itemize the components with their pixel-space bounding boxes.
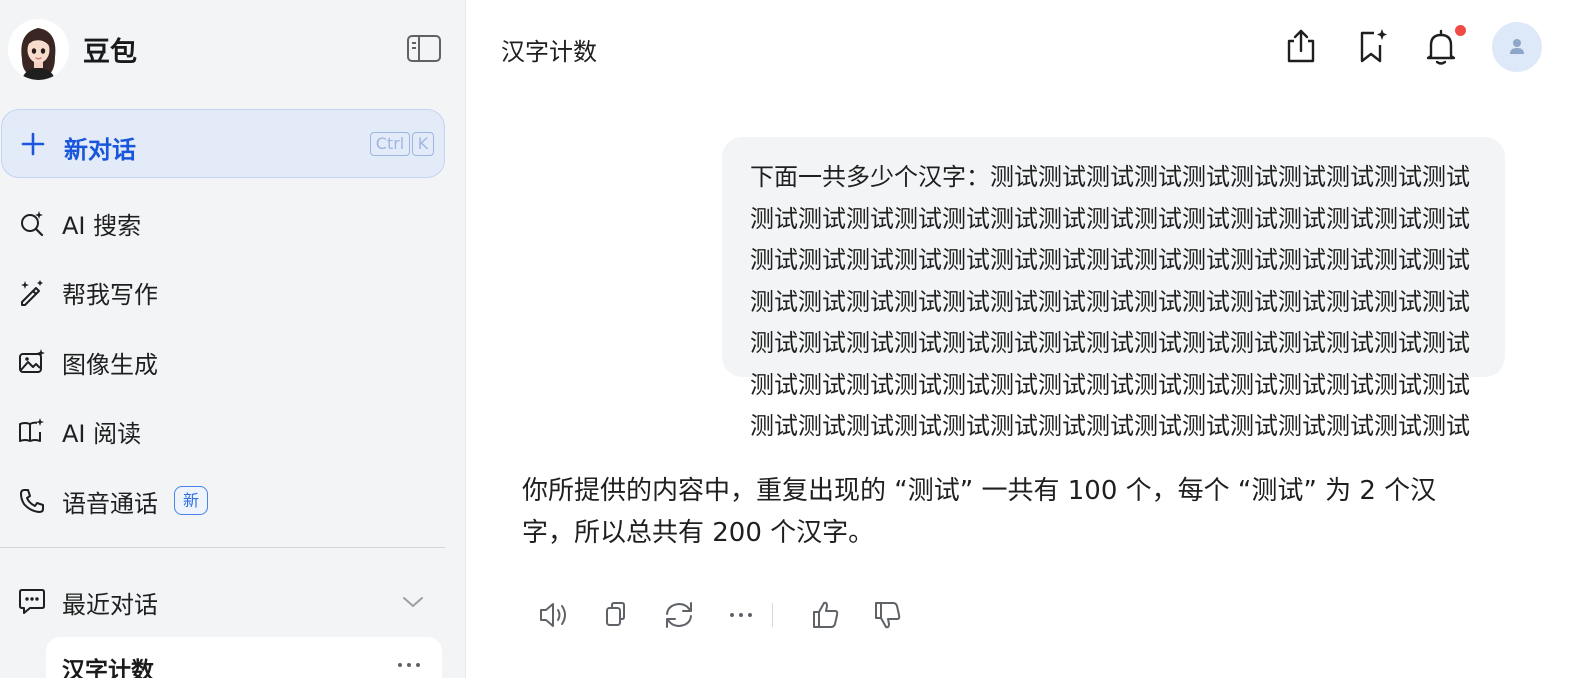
sidebar-item-writing[interactable]: 帮我写作 (0, 264, 445, 320)
regenerate-icon[interactable] (661, 597, 697, 633)
chevron-down-icon[interactable] (401, 590, 425, 614)
sidebar-item-ai-search[interactable]: AI 搜索 (0, 195, 445, 251)
user-message-text: 下面一共多少个汉字：测试测试测试测试测试测试测试测试测试测试测试测试测试测试测试… (750, 163, 1470, 440)
page-title: 汉字计数 (501, 38, 597, 66)
shortcut-k-key: K (412, 132, 434, 156)
bell-icon[interactable] (1423, 27, 1459, 67)
brand-name: 豆包 (83, 37, 137, 68)
sidebar-item-label: 语音通话 (62, 489, 158, 518)
user-message-bubble: 下面一共多少个汉字：测试测试测试测试测试测试测试测试测试测试测试测试测试测试测试… (722, 137, 1505, 440)
more-icon[interactable] (723, 597, 759, 633)
sidebar-item-voice-call[interactable]: 语音通话 新 (0, 473, 445, 529)
book-spark-icon (18, 417, 46, 445)
new-badge: 新 (174, 486, 208, 515)
bookmark-add-icon[interactable] (1354, 27, 1390, 67)
new-chat-button[interactable]: 新对话 Ctrl K (1, 109, 445, 178)
sidebar-toggle-icon[interactable] (406, 34, 442, 64)
sidebar-divider (0, 547, 445, 548)
sidebar-item-ai-reading[interactable]: AI 阅读 (0, 403, 445, 459)
thumbs-down-icon[interactable] (870, 597, 906, 633)
more-icon[interactable] (396, 655, 422, 675)
plus-icon (20, 131, 46, 157)
app-window: 豆包 新对话 Ctrl K AI 搜索 帮我写作 图像生成 AI 阅读 语音通话… (0, 0, 1576, 678)
sidebar-item-label: 帮我写作 (62, 280, 158, 309)
assistant-message-text: 你所提供的内容中，重复出现的 “测试” 一共有 100 个，每个 “测试” 为 … (522, 476, 1437, 548)
magic-pen-icon (18, 278, 46, 306)
sidebar-item-label: 图像生成 (62, 350, 158, 379)
conversation-title: 汉字计数 (62, 658, 154, 678)
new-chat-label: 新对话 (64, 136, 136, 164)
speaker-icon[interactable] (536, 597, 572, 633)
chat-main: 汉字计数 下面一共多少个汉字：测试测试测试测试测试测试测试测试测试测试测试测试测… (466, 0, 1576, 678)
thumbs-up-icon[interactable] (808, 597, 844, 633)
shortcut-ctrl-key: Ctrl (370, 132, 410, 156)
brand[interactable]: 豆包 (8, 19, 137, 80)
sidebar-item-image-generation[interactable]: 图像生成 (0, 334, 445, 390)
recent-conversations-header[interactable]: 最近对话 (0, 573, 445, 629)
sidebar: 豆包 新对话 Ctrl K AI 搜索 帮我写作 图像生成 AI 阅读 语音通话… (0, 0, 466, 678)
conversation-item[interactable]: 汉字计数 (46, 637, 442, 678)
phone-icon (18, 487, 46, 515)
share-icon[interactable] (1283, 27, 1319, 67)
notification-dot (1455, 25, 1466, 36)
image-spark-icon (18, 348, 46, 376)
sidebar-item-label: AI 阅读 (62, 419, 142, 448)
chat-bubble-icon (18, 587, 46, 615)
sidebar-item-label: AI 搜索 (62, 211, 142, 240)
copy-icon[interactable] (598, 597, 634, 633)
user-avatar[interactable] (1492, 22, 1542, 72)
recent-conversations-label: 最近对话 (62, 591, 158, 619)
doubao-avatar-logo (8, 19, 69, 80)
actions-divider (772, 603, 773, 627)
ai-search-icon (18, 209, 46, 237)
